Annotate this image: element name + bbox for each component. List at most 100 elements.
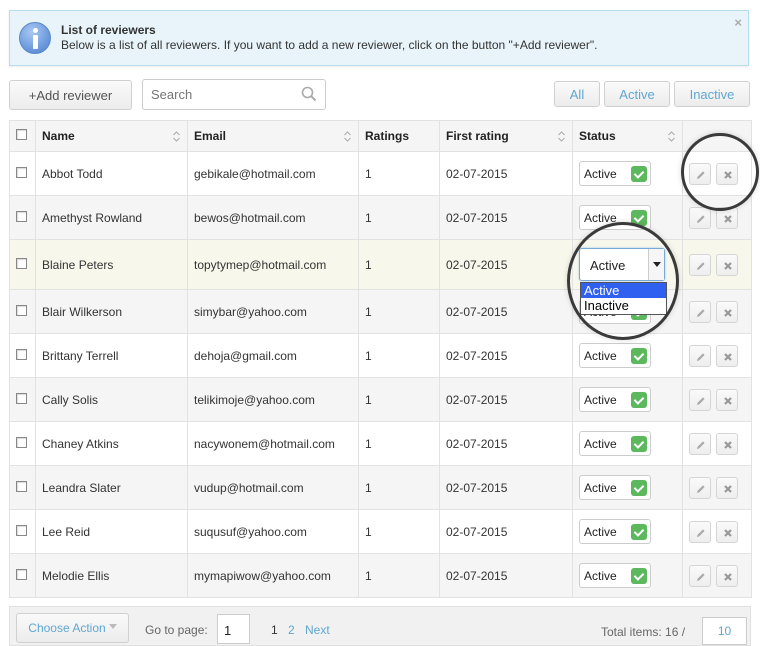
status-toggle[interactable]: Active: [579, 387, 651, 412]
status-select[interactable]: Active: [579, 248, 665, 281]
search-field[interactable]: [142, 79, 326, 110]
column-header-actions: [682, 120, 752, 152]
total-items-label: Total items: 16 /: [601, 625, 686, 639]
edit-button[interactable]: [689, 162, 711, 185]
sort-icon[interactable]: [343, 130, 352, 143]
edit-button[interactable]: [689, 564, 711, 587]
status-label: Active: [584, 524, 617, 539]
page-link-2[interactable]: 2: [288, 623, 295, 637]
row-select-cell: [9, 333, 36, 378]
status-cell: Active: [572, 151, 683, 196]
row-checkbox[interactable]: [16, 257, 27, 269]
sort-icon[interactable]: [667, 130, 676, 143]
status-toggle[interactable]: Active: [579, 431, 651, 456]
reviewers-table: Name Email Ratings First rating Status A…: [9, 120, 752, 598]
delete-button[interactable]: [716, 564, 739, 587]
reviewer-ratings-link[interactable]: 1: [358, 553, 440, 598]
delete-button[interactable]: [716, 388, 739, 411]
search-input[interactable]: [149, 80, 299, 108]
row-checkbox[interactable]: [16, 436, 27, 448]
reviewer-email: suqusuf@yahoo.com: [187, 509, 359, 554]
reviewer-ratings-link[interactable]: 1: [358, 421, 440, 466]
reviewer-ratings-link[interactable]: 1: [358, 377, 440, 422]
row-select-cell: [9, 465, 36, 510]
pencil-icon: [697, 261, 705, 270]
delete-button[interactable]: [716, 520, 739, 543]
reviewer-ratings-link[interactable]: 1: [358, 151, 440, 196]
items-per-page-select[interactable]: 10: [702, 617, 747, 645]
status-toggle[interactable]: Active: [579, 475, 651, 500]
row-checkbox[interactable]: [16, 166, 27, 178]
filter-inactive-button[interactable]: Inactive: [674, 81, 750, 107]
delete-button[interactable]: [716, 300, 739, 323]
sort-icon[interactable]: [557, 130, 566, 143]
filter-all-button[interactable]: All: [554, 81, 600, 107]
reviewer-ratings-link[interactable]: 1: [358, 333, 440, 378]
delete-button[interactable]: [716, 206, 739, 229]
delete-button[interactable]: [716, 253, 739, 276]
table-row: Chaney Atkins nacywonem@hotmail.com 1 02…: [9, 421, 752, 466]
row-checkbox[interactable]: [16, 348, 27, 360]
close-icon[interactable]: ×: [734, 15, 742, 30]
close-icon: [724, 396, 733, 405]
edit-button[interactable]: [689, 253, 711, 276]
reviewer-ratings-link[interactable]: 1: [358, 509, 440, 554]
reviewer-email: topytymep@hotmail.com: [187, 239, 359, 290]
sort-icon[interactable]: [172, 130, 181, 143]
status-toggle[interactable]: Active: [579, 519, 651, 544]
row-checkbox[interactable]: [16, 524, 27, 536]
close-icon: [724, 528, 733, 537]
check-icon: [631, 523, 647, 540]
delete-button[interactable]: [716, 344, 739, 367]
column-header-first-rating[interactable]: First rating: [439, 120, 573, 152]
status-toggle[interactable]: Active: [579, 161, 651, 186]
row-checkbox[interactable]: [16, 304, 27, 316]
status-option-active[interactable]: Active: [581, 283, 666, 298]
select-all-cell: [9, 120, 36, 152]
pencil-icon: [697, 396, 705, 405]
column-header-email[interactable]: Email: [187, 120, 359, 152]
add-reviewer-button[interactable]: +Add reviewer: [9, 80, 132, 110]
edit-button[interactable]: [689, 432, 711, 455]
delete-button[interactable]: [716, 476, 739, 499]
edit-button[interactable]: [689, 388, 711, 411]
delete-button[interactable]: [716, 432, 739, 455]
delete-button[interactable]: [716, 162, 739, 185]
filter-active-button[interactable]: Active: [604, 81, 670, 107]
reviewer-ratings-link[interactable]: 1: [358, 195, 440, 240]
edit-button[interactable]: [689, 476, 711, 499]
actions-cell: [682, 421, 752, 466]
edit-button[interactable]: [689, 300, 711, 323]
choose-action-dropdown[interactable]: Choose Action: [16, 613, 129, 643]
status-toggle[interactable]: Active: [579, 343, 651, 368]
row-checkbox[interactable]: [16, 480, 27, 492]
column-header-name[interactable]: Name: [35, 120, 188, 152]
row-checkbox[interactable]: [16, 392, 27, 404]
actions-cell: [682, 289, 752, 334]
status-option-inactive[interactable]: Inactive: [581, 298, 666, 313]
column-header-status[interactable]: Status: [572, 120, 683, 152]
table-row: Brittany Terrell dehoja@gmail.com 1 02-0…: [9, 333, 752, 378]
check-icon: [631, 435, 647, 452]
select-all-checkbox[interactable]: [16, 129, 27, 140]
reviewer-ratings-link[interactable]: 1: [358, 239, 440, 290]
edit-button[interactable]: [689, 344, 711, 367]
search-icon[interactable]: [301, 86, 317, 102]
close-icon: [724, 261, 733, 270]
reviewer-first-rating: 02-07-2015: [439, 239, 573, 290]
edit-button[interactable]: [689, 520, 711, 543]
status-toggle[interactable]: Active: [579, 563, 651, 588]
row-select-cell: [9, 151, 36, 196]
status-cell: Active: [572, 553, 683, 598]
status-select-value: Active: [590, 258, 626, 273]
reviewer-ratings-link[interactable]: 1: [358, 465, 440, 510]
column-label: Name: [42, 129, 75, 143]
next-page-link[interactable]: Next: [305, 623, 330, 637]
status-toggle[interactable]: Active: [579, 205, 651, 230]
row-checkbox[interactable]: [16, 210, 27, 222]
edit-button[interactable]: [689, 206, 711, 229]
chevron-down-icon[interactable]: [648, 249, 664, 280]
status-label: Active: [584, 392, 617, 407]
row-checkbox[interactable]: [16, 568, 27, 580]
reviewer-ratings-link[interactable]: 1: [358, 289, 440, 334]
